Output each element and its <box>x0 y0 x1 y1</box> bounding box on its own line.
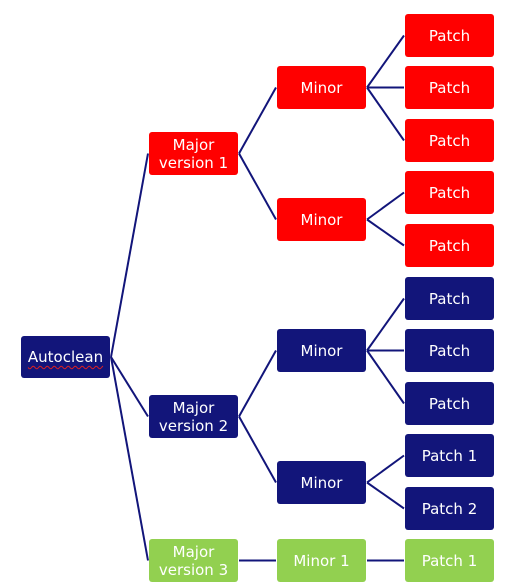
node-label: Minor <box>300 210 343 229</box>
node-patch[interactable]: Patch <box>405 382 494 425</box>
connector-maj2-min2b <box>238 416 277 483</box>
node-patch-1-green[interactable]: Patch 1 <box>405 539 494 582</box>
node-label: Patch <box>428 131 471 150</box>
node-patch-2[interactable]: Patch 2 <box>405 487 494 530</box>
node-minor-1[interactable]: Minor 1 <box>277 539 366 582</box>
node-minor-1b[interactable]: Minor <box>277 198 366 241</box>
node-minor-2a[interactable]: Minor <box>277 329 366 372</box>
connector-min1a-p1a1 <box>366 34 405 89</box>
node-label: Patch <box>428 78 471 97</box>
node-label: Major version 2 <box>158 398 229 435</box>
node-label: Patch <box>428 236 471 255</box>
connector-min1a-p1a3 <box>366 86 405 142</box>
node-label: Minor <box>300 473 343 492</box>
node-autoclean[interactable]: Autoclean <box>21 336 110 378</box>
node-label: Major version 1 <box>158 135 229 172</box>
connector-maj1-min1b <box>238 153 277 220</box>
node-label: Patch <box>428 183 471 202</box>
node-minor-1a[interactable]: Minor <box>277 66 366 109</box>
node-label: Minor <box>300 341 343 360</box>
connector-min2a-p2a3 <box>366 349 405 405</box>
node-patch[interactable]: Patch <box>405 224 494 267</box>
connector-min1b-p1b1 <box>366 191 405 221</box>
node-label: Minor 1 <box>293 551 350 570</box>
node-label: Patch 1 <box>421 551 478 570</box>
node-patch[interactable]: Patch <box>405 171 494 214</box>
node-patch[interactable]: Patch <box>405 66 494 109</box>
node-patch[interactable]: Patch <box>405 119 494 162</box>
node-patch[interactable]: Patch <box>405 329 494 372</box>
node-patch-1[interactable]: Patch 1 <box>405 434 494 477</box>
node-label: Autoclean <box>27 348 104 366</box>
connector-min2b-p2b1 <box>366 454 405 484</box>
node-label: Major version 3 <box>158 542 229 579</box>
connector-min2a-p2a1 <box>366 297 405 352</box>
node-label: Patch <box>428 289 471 308</box>
node-label: Patch <box>428 26 471 45</box>
connector-root-maj1 <box>110 153 149 358</box>
node-label: Patch <box>428 394 471 413</box>
node-patch[interactable]: Patch <box>405 277 494 320</box>
node-label: Patch 2 <box>421 499 478 518</box>
connector-maj2-min2a <box>238 350 277 417</box>
node-major-version-2[interactable]: Major version 2 <box>149 395 238 438</box>
node-label: Patch 1 <box>421 446 478 465</box>
node-label: Patch <box>428 341 471 360</box>
connector-min2b-p2b2 <box>366 481 405 510</box>
node-major-version-1[interactable]: Major version 1 <box>149 132 238 175</box>
node-label: Minor <box>300 78 343 97</box>
node-patch[interactable]: Patch <box>405 14 494 57</box>
node-minor-2b[interactable]: Minor <box>277 461 366 504</box>
node-major-version-3[interactable]: Major version 3 <box>149 539 238 582</box>
connector-maj1-min1a <box>238 87 277 154</box>
connector-min1b-p1b2 <box>366 218 405 247</box>
